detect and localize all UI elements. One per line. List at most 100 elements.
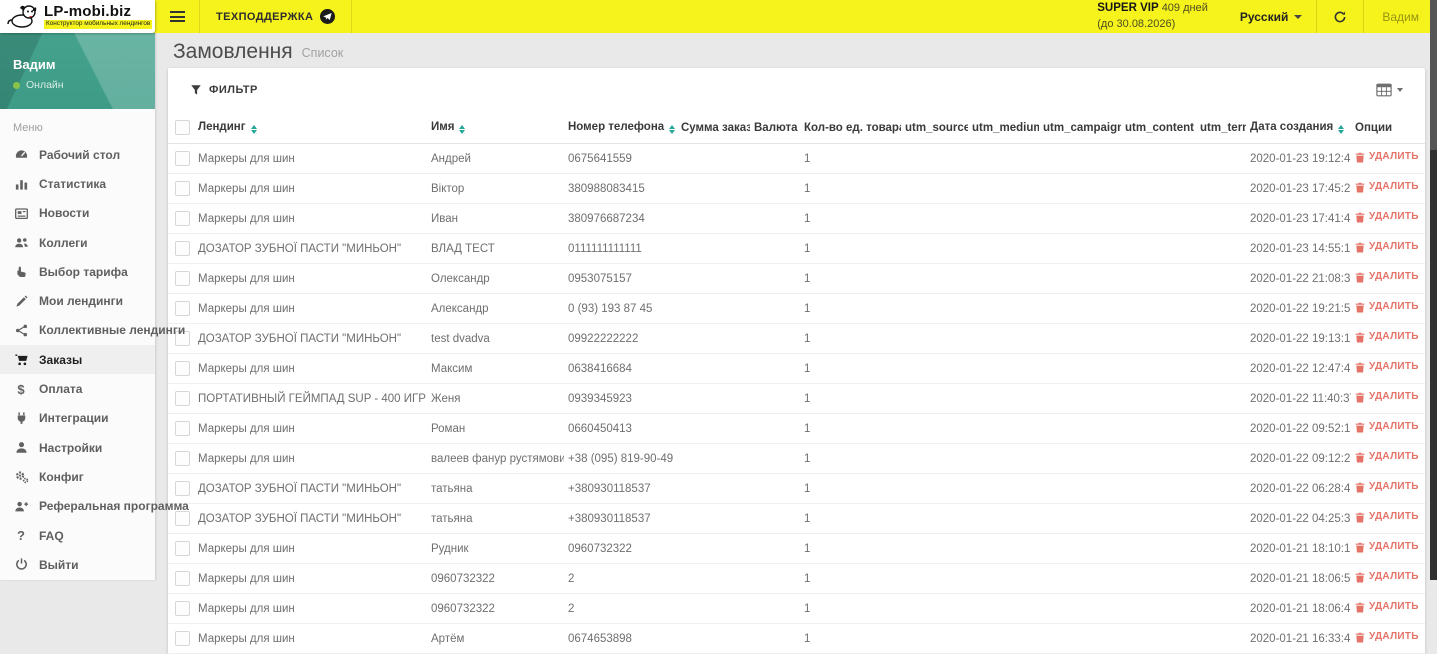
row-checkbox[interactable] (175, 391, 190, 406)
row-checkbox[interactable] (175, 151, 190, 166)
cell-created-date: 2020-01-23 14:55:18 (1246, 233, 1351, 264)
hand-pointer-icon (13, 264, 29, 279)
row-checkbox[interactable] (175, 241, 190, 256)
select-all-checkbox[interactable] (175, 120, 190, 135)
cell-created-date: 2020-01-22 09:12:28 (1246, 443, 1351, 474)
row-checkbox[interactable] (175, 511, 190, 526)
row-checkbox[interactable] (175, 181, 190, 196)
cell-utm-source (901, 623, 968, 654)
page-scrollbar[interactable] (1430, 0, 1437, 580)
sidebar-item-colleagues[interactable]: Коллеги (0, 228, 155, 257)
delete-button[interactable]: УДАЛИТЬ (1355, 361, 1419, 373)
row-checkbox[interactable] (175, 541, 190, 556)
cell-utm-source (901, 143, 968, 174)
delete-button[interactable]: УДАЛИТЬ (1355, 331, 1419, 343)
delete-button[interactable]: УДАЛИТЬ (1355, 601, 1419, 613)
sidebar-item-collective-landings[interactable]: Коллективные лендинги (0, 316, 185, 345)
cell-landing: Маркеры для шин (194, 353, 427, 384)
row-checkbox[interactable] (175, 361, 190, 376)
sidebar-item-dashboard[interactable]: Рабочий стол (0, 140, 155, 169)
row-checkbox[interactable] (175, 481, 190, 496)
cell-utm-campaign (1039, 593, 1121, 624)
sidebar-item-config[interactable]: Конфиг (0, 462, 155, 491)
sidebar-item-faq[interactable]: ? FAQ (0, 521, 155, 550)
column-header-landing[interactable]: Лендинг (194, 112, 427, 144)
language-selector[interactable]: Русский (1226, 0, 1317, 33)
row-checkbox[interactable] (175, 301, 190, 316)
column-settings-button[interactable] (1376, 83, 1403, 97)
sidebar-item-referral[interactable]: Реферальная программа (0, 492, 189, 521)
row-checkbox[interactable] (175, 271, 190, 286)
cell-phone: 0675641559 (564, 143, 677, 174)
cell-phone: +38 (095) 819-90-49 (564, 443, 677, 474)
delete-button[interactable]: УДАЛИТЬ (1355, 451, 1419, 463)
cell-utm-source (901, 443, 968, 474)
delete-button[interactable]: УДАЛИТЬ (1355, 391, 1419, 403)
topbar-username[interactable]: Вадим (1364, 0, 1437, 33)
sidebar-item-my-landings[interactable]: Мои лендинги (0, 286, 155, 315)
table-row: ДОЗАТОР ЗУБНОЇ ПАСТИ "МИНЬОН" татьяна +3… (168, 473, 1425, 504)
sidebar-item-statistics[interactable]: Статистика (0, 169, 155, 198)
page-title: Замовлення (173, 40, 293, 63)
cell-landing: Маркеры для шин (194, 563, 427, 594)
cell-name: Віктор (427, 173, 564, 204)
sidebar-item-payment[interactable]: $ Оплата (0, 374, 155, 403)
cell-landing: Маркеры для шин (194, 413, 427, 444)
delete-button[interactable]: УДАЛИТЬ (1355, 211, 1419, 223)
sidebar-item-settings[interactable]: Настройки (0, 433, 155, 462)
delete-button[interactable]: УДАЛИТЬ (1355, 301, 1419, 313)
cell-created-date: 2020-01-22 12:47:43 (1246, 353, 1351, 384)
row-checkbox[interactable] (175, 421, 190, 436)
sidebar-item-logout[interactable]: Выйти (0, 550, 155, 579)
cell-landing: Маркеры для шин (194, 593, 427, 624)
sidebar-item-integrations[interactable]: Интеграции (0, 404, 155, 433)
cell-utm-content (1121, 443, 1196, 474)
delete-button[interactable]: УДАЛИТЬ (1355, 241, 1419, 253)
row-checkbox[interactable] (175, 571, 190, 586)
column-header-name[interactable]: Имя (427, 112, 564, 144)
delete-button[interactable]: УДАЛИТЬ (1355, 481, 1419, 493)
tech-support-button[interactable]: ТЕХПОДДЕРЖКА (199, 0, 353, 33)
vip-badge: SUPER VIP (1097, 2, 1159, 15)
cell-utm-source (901, 323, 968, 354)
row-checkbox[interactable] (175, 211, 190, 226)
cell-name: Рудник (427, 533, 564, 564)
cell-utm-medium (968, 293, 1039, 324)
delete-button[interactable]: УДАЛИТЬ (1355, 571, 1419, 583)
cell-utm-source (901, 353, 968, 384)
cell-landing: Маркеры для шин (194, 143, 427, 174)
row-checkbox[interactable] (175, 451, 190, 466)
row-checkbox[interactable] (175, 601, 190, 616)
refresh-button[interactable] (1317, 0, 1363, 33)
delete-button[interactable]: УДАЛИТЬ (1355, 421, 1419, 433)
sidebar-item-orders[interactable]: Заказы (0, 345, 155, 375)
cell-order-sum (677, 563, 750, 594)
cell-currency (750, 263, 800, 294)
column-header-created[interactable]: Дата создания (1246, 112, 1351, 144)
cell-created-date: 2020-01-22 11:40:37 (1246, 383, 1351, 414)
cell-created-date: 2020-01-21 18:10:16 (1246, 533, 1351, 564)
cell-utm-content (1121, 353, 1196, 384)
sidebar-item-news[interactable]: Новости (0, 199, 155, 228)
hamburger-menu-button[interactable] (155, 0, 199, 33)
delete-button[interactable]: УДАЛИТЬ (1355, 271, 1419, 283)
table-row: Маркеры для шин 0960732322 2 1 2020-01-2… (168, 593, 1425, 624)
row-checkbox[interactable] (175, 631, 190, 646)
delete-button[interactable]: УДАЛИТЬ (1355, 511, 1419, 523)
cell-utm-content (1121, 533, 1196, 564)
delete-button[interactable]: УДАЛИТЬ (1355, 541, 1419, 553)
cell-landing: Маркеры для шин (194, 533, 427, 564)
cell-utm-content (1121, 413, 1196, 444)
sidebar-item-tariff[interactable]: Выбор тарифа (0, 257, 155, 286)
logo[interactable]: LP-mobi.biz Конструктор мобильных лендин… (0, 0, 155, 33)
column-header-phone[interactable]: Номер телефона (564, 112, 677, 144)
cell-order-sum (677, 503, 750, 534)
filter-button[interactable]: ФИЛЬТР (190, 84, 258, 96)
delete-button[interactable]: УДАЛИТЬ (1355, 181, 1419, 193)
table-row: Маркеры для шин Рудник 0960732322 1 2020… (168, 533, 1425, 564)
main-content: Замовлення Список ФИЛЬТР Лендинг Имя Ном… (155, 33, 1430, 654)
scrollbar-thumb[interactable] (1430, 0, 1437, 150)
cell-quantity: 1 (800, 263, 901, 294)
delete-button[interactable]: УДАЛИТЬ (1355, 151, 1419, 163)
delete-button[interactable]: УДАЛИТЬ (1355, 631, 1419, 643)
